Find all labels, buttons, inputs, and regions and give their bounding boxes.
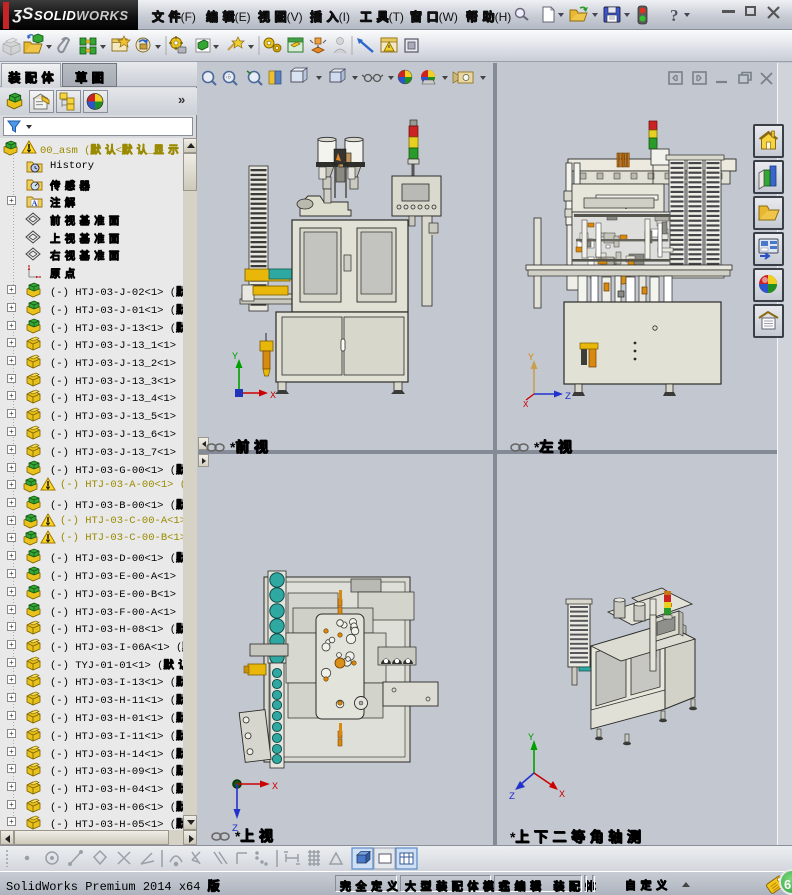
svg-text:X: X: [272, 782, 278, 793]
svg-text:Y: Y: [528, 733, 534, 744]
svg-text:Y: Y: [528, 353, 534, 364]
svg-text:Z: Z: [565, 392, 571, 403]
svg-text:X: X: [559, 790, 565, 801]
svg-text:X: X: [270, 391, 276, 402]
svg-text:A: A: [32, 199, 38, 208]
svg-text:?: ?: [670, 6, 679, 25]
svg-text:X: X: [523, 400, 529, 410]
svg-text:Z: Z: [509, 792, 515, 803]
svg-text:Y: Y: [232, 352, 238, 363]
